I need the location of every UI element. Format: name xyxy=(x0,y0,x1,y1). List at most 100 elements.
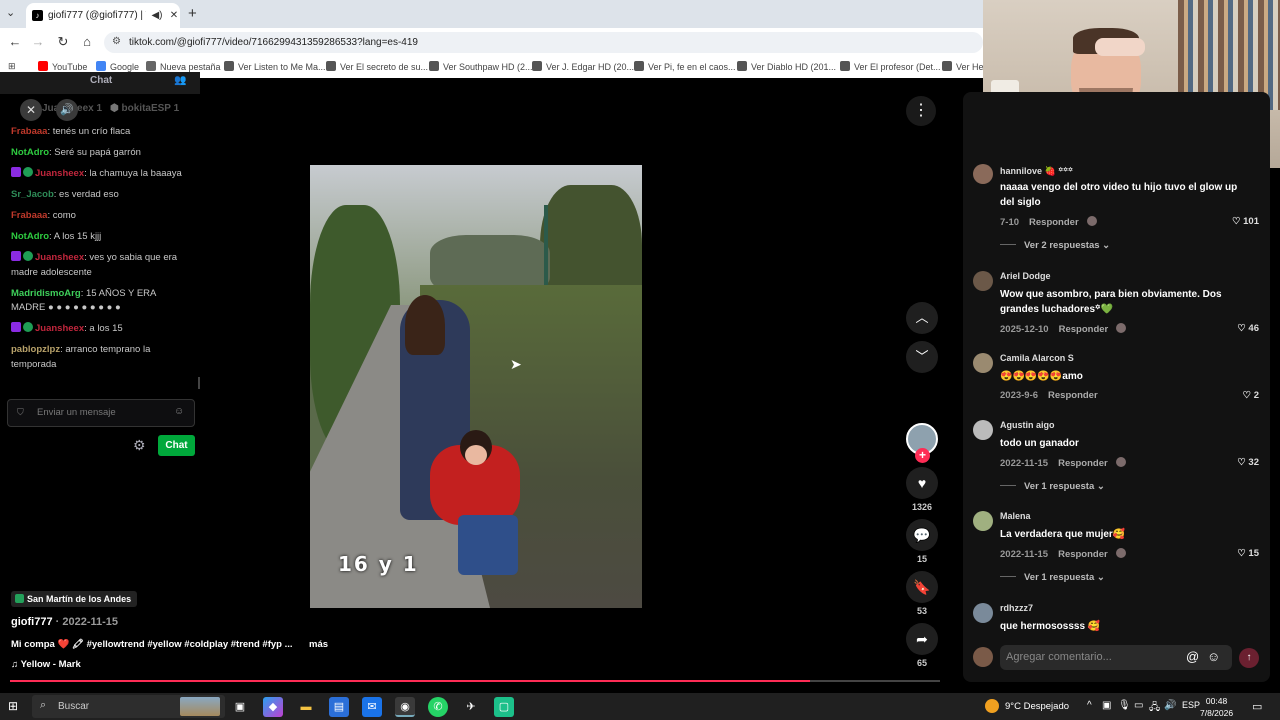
caption-more-link[interactable]: más xyxy=(309,639,328,650)
commenter-name[interactable]: hannilove 🍓 ꙳꙳꙳ xyxy=(1000,164,1073,177)
reply-button[interactable]: Responder xyxy=(1058,458,1108,469)
home-icon[interactable]: ⌂ xyxy=(79,34,95,49)
next-video-icon[interactable]: ﹀ xyxy=(906,341,938,373)
commenter-avatar[interactable] xyxy=(973,271,993,291)
follow-plus-icon[interactable]: + xyxy=(915,448,930,463)
comment-icon[interactable]: 💬 xyxy=(906,519,938,551)
comment-like-button[interactable]: ♡ 15 xyxy=(1237,548,1259,559)
emote-icon[interactable]: ☺ xyxy=(174,406,184,417)
comment-like-button[interactable]: ♡ 32 xyxy=(1237,457,1259,468)
commenter-name[interactable]: Agustin aigo xyxy=(1000,420,1055,430)
tray-app-icon[interactable]: ▣ xyxy=(1102,700,1111,711)
view-replies-button[interactable]: Ver 1 respuesta ⌄ xyxy=(1000,572,1105,583)
previous-video-icon[interactable]: ︿ xyxy=(906,302,938,334)
bookmark-item[interactable]: Ver Diablo HD (201... xyxy=(737,61,836,72)
chat-send-button[interactable]: Chat xyxy=(158,435,195,456)
chrome-icon[interactable]: ◉ xyxy=(395,697,415,717)
mail-icon[interactable]: ✉ xyxy=(362,697,382,717)
author-name[interactable]: giofi777 xyxy=(11,616,53,628)
bookmark-item[interactable]: YouTube xyxy=(38,61,87,72)
streaming-app-icon[interactable]: ▢ xyxy=(494,697,514,717)
close-icon[interactable]: ✕ xyxy=(20,99,42,121)
speaker-icon[interactable]: 🔊 xyxy=(1164,700,1176,711)
commenter-name[interactable]: Camila Alarcon S xyxy=(1000,353,1074,363)
chat-username[interactable]: Juansheex xyxy=(35,323,84,334)
bookmark-item[interactable]: Ver Hel xyxy=(942,61,986,72)
chat-username[interactable]: Sr_Jacob xyxy=(11,189,54,200)
chat-username[interactable]: MadridismoArg xyxy=(11,288,81,299)
bookmark-icon[interactable]: 🔖 xyxy=(906,571,938,603)
battery-icon[interactable]: ▭ xyxy=(1134,700,1143,711)
reload-icon[interactable]: ↻ xyxy=(55,34,71,50)
audio-icon[interactable]: ◀) xyxy=(151,10,163,21)
comment-like-button[interactable]: ♡ 101 xyxy=(1232,216,1259,227)
chat-username[interactable]: pablopzlpz xyxy=(11,344,60,355)
location-chip[interactable]: San Martín de los Andes xyxy=(11,591,138,607)
network-icon[interactable]: 🖧 xyxy=(1149,700,1160,717)
copilot-icon[interactable]: ◆ xyxy=(263,697,283,717)
commenter-name[interactable]: Ariel Dodge xyxy=(1000,271,1051,281)
bookmark-item[interactable]: Ver El profesor (Det... xyxy=(840,61,941,72)
reply-button[interactable]: Responder xyxy=(1059,324,1109,335)
microphone-icon[interactable]: 🎙 xyxy=(1118,700,1131,711)
apps-grid-icon[interactable]: ⊞ xyxy=(8,61,16,72)
notifications-icon[interactable]: ▭ xyxy=(1252,700,1262,713)
commenter-avatar[interactable] xyxy=(973,353,993,373)
reply-button[interactable]: Responder xyxy=(1029,217,1079,228)
browser-tab[interactable]: ♪ giofi777 (@giofi777) | TikTok ◀) ✕ xyxy=(26,3,180,28)
video-player[interactable] xyxy=(310,165,642,608)
bookmark-item[interactable]: Ver J. Edgar HD (20... xyxy=(532,61,634,72)
reply-button[interactable]: Responder xyxy=(1048,390,1098,401)
share-arrow-icon[interactable]: ➦ xyxy=(906,623,938,655)
store-icon[interactable]: ▤ xyxy=(329,697,349,717)
new-tab-icon[interactable]: + xyxy=(188,5,197,22)
back-icon[interactable]: ← xyxy=(7,34,23,49)
clock[interactable]: 00:48 7/8/2026 xyxy=(1200,695,1233,719)
bookmark-item[interactable]: Ver El secreto de su... xyxy=(326,61,428,72)
bookmark-item[interactable]: Nueva pestaña xyxy=(146,61,221,72)
commenter-avatar[interactable] xyxy=(973,164,993,184)
like-heart-icon[interactable]: ♥ xyxy=(906,467,938,499)
bookmark-item[interactable]: Ver Listen to Me Ma... xyxy=(224,61,326,72)
commenter-name[interactable]: Malena xyxy=(1000,511,1031,521)
chat-username[interactable]: NotAdro xyxy=(11,231,49,242)
music-title[interactable]: ♫ Yellow - Mark xyxy=(11,659,81,670)
comment-like-button[interactable]: ♡ 46 xyxy=(1237,323,1259,334)
view-replies-button[interactable]: Ver 2 respuestas ⌄ xyxy=(1000,240,1110,251)
commenter-avatar[interactable] xyxy=(973,420,993,440)
commenter-avatar[interactable] xyxy=(973,603,993,623)
forward-icon[interactable]: → xyxy=(30,34,46,49)
chat-username[interactable]: Juansheex xyxy=(35,168,84,179)
comment-like-button[interactable]: ♡ 2 xyxy=(1243,390,1259,401)
tab-search-icon[interactable]: ⌄ xyxy=(6,6,15,19)
weather-moon-icon[interactable] xyxy=(985,699,999,713)
task-view-icon[interactable]: ▣ xyxy=(230,697,250,717)
view-replies-button[interactable]: Ver 1 respuesta ⌄ xyxy=(1000,481,1105,492)
chat-scrollbar[interactable] xyxy=(198,377,200,389)
app-icon[interactable]: ✈ xyxy=(461,697,481,717)
chat-username[interactable]: Frabaaa xyxy=(11,126,47,137)
whatsapp-icon[interactable]: ✆ xyxy=(428,697,448,717)
volume-icon[interactable]: 🔊 xyxy=(56,99,78,121)
weather-text[interactable]: 9°C Despejado xyxy=(1005,701,1069,712)
reply-button[interactable]: Responder xyxy=(1058,549,1108,560)
commenter-avatar[interactable] xyxy=(973,511,993,531)
chat-username[interactable]: Juansheex xyxy=(35,252,84,263)
bookmark-item[interactable]: Google xyxy=(96,61,139,72)
tray-chevron-icon[interactable]: ^ xyxy=(1087,700,1092,711)
commenter-name[interactable]: rdhzzz7 xyxy=(1000,603,1033,613)
file-explorer-icon[interactable]: ▬ xyxy=(296,697,316,717)
language-indicator[interactable]: ESP xyxy=(1182,700,1200,710)
chat-username[interactable]: Frabaaa xyxy=(11,210,47,221)
post-comment-arrow-icon[interactable]: ↑ xyxy=(1239,648,1259,668)
windows-start-icon[interactable]: ⊞ xyxy=(8,699,18,713)
bookmark-item[interactable]: Ver Southpaw HD (2... xyxy=(429,61,533,72)
site-info-icon[interactable]: ⚙ xyxy=(112,36,121,47)
emoji-icon[interactable]: ☺ xyxy=(1207,649,1220,664)
chat-username[interactable]: NotAdro xyxy=(11,147,49,158)
chat-users-icon[interactable]: 👥 xyxy=(174,75,186,86)
mention-at-icon[interactable]: @ xyxy=(1186,649,1199,664)
bookmark-item[interactable]: Ver Pi, fe en el caos... xyxy=(634,61,736,72)
close-tab-icon[interactable]: ✕ xyxy=(168,10,180,21)
chat-settings-gear-icon[interactable]: ⚙ xyxy=(133,437,146,454)
